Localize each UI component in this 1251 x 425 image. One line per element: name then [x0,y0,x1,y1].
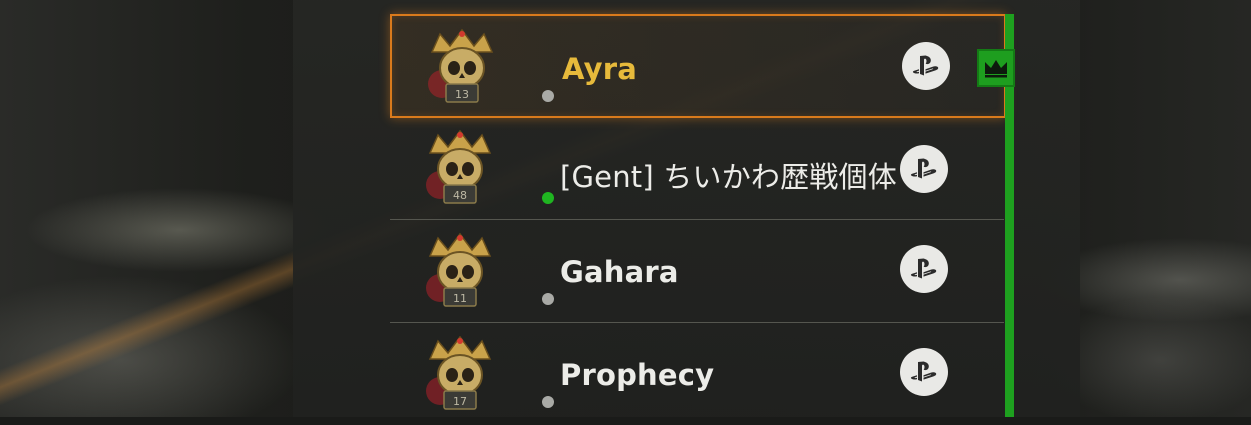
skull-rank-emblem-icon: 48 [426,129,492,204]
playstation-icon [900,348,948,396]
rank-number: 13 [455,88,469,101]
rank-number: 17 [453,395,467,408]
party-member-row[interactable]: 13 Ayra [390,14,1006,118]
skull-rank-emblem-icon: 17 [426,335,492,410]
player-name: Ayra [562,52,637,86]
party-member-row[interactable]: 11 Gahara [390,220,1004,322]
party-member-row[interactable]: 17 Prophecy [390,323,1004,425]
playstation-icon [900,145,948,193]
status-offline-indicator [542,396,554,408]
party-member-row[interactable]: 48 [Gent] ちいかわ歴戦個体 [390,117,1004,219]
player-name: Prophecy [560,358,715,392]
status-offline-indicator [542,90,554,102]
skull-rank-emblem-icon: 13 [428,28,494,103]
party-member-list: 13 Ayra 48 [Gent] ちいかわ歴戦個体 11 Gahara 17 … [390,0,1006,417]
status-offline-indicator [542,293,554,305]
playstation-icon [900,245,948,293]
playstation-icon [902,42,950,90]
rank-number: 11 [453,292,467,305]
skull-rank-emblem-icon: 11 [426,232,492,307]
status-online-indicator [542,192,554,204]
crown-icon [977,49,1015,87]
player-name: [Gent] ちいかわ歴戦個体 [560,160,897,194]
rank-number: 48 [453,189,467,202]
player-name: Gahara [560,255,679,289]
